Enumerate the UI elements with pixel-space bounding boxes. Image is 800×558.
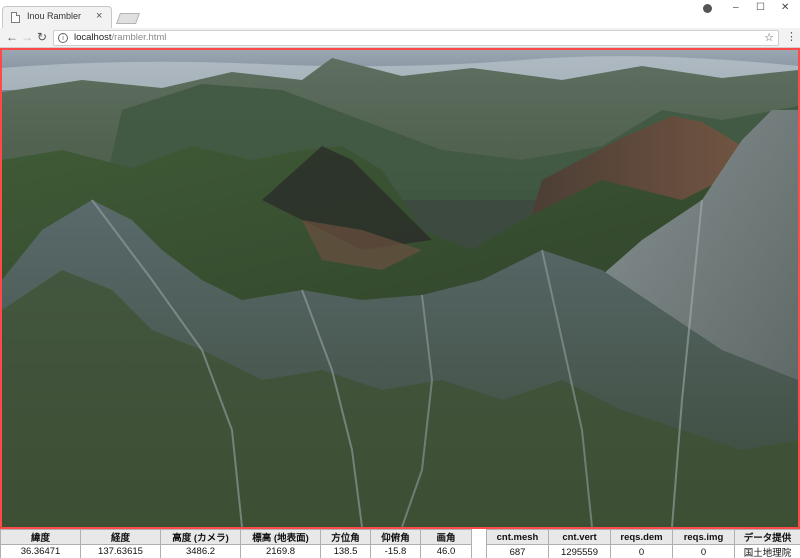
value-latitude: 36.36471 (0, 544, 81, 558)
header-data-provider: データ提供 (734, 529, 800, 545)
bookmark-star-icon[interactable]: ☆ (764, 31, 774, 44)
terrain-canvas[interactable] (0, 48, 800, 529)
close-window-icon[interactable]: ✕ (781, 2, 789, 14)
url-host: localhost (74, 32, 112, 43)
terrain-render (2, 50, 798, 527)
tab-title: Inou Rambler (27, 11, 82, 21)
address-bar[interactable]: i localhost/rambler.html ☆ (53, 30, 779, 46)
camera-header-row: 緯度 経度 高度 (カメラ) 標高 (地表面) 方位角 仰俯角 画角 (0, 529, 472, 545)
url-text: localhost/rambler.html (74, 32, 166, 43)
stats-table: cnt.mesh cnt.vert reqs.dem reqs.img データ提… (486, 529, 800, 558)
header-camera-altitude: 高度 (カメラ) (160, 529, 241, 545)
value-cnt-vert: 1295559 (548, 544, 611, 558)
maximize-icon[interactable]: ☐ (756, 2, 765, 14)
value-pitch: -15.8 (370, 544, 421, 558)
value-cnt-mesh: 687 (486, 544, 549, 558)
url-path: /rambler.html (111, 32, 167, 43)
camera-value-row: 36.36471 137.63615 3486.2 2169.8 138.5 -… (0, 544, 472, 558)
stats-value-row: 687 1295559 0 0 国土地理院 (486, 544, 800, 558)
tab-strip: Inou Rambler × – ☐ ✕ (0, 0, 800, 28)
profile-icon[interactable] (703, 4, 712, 13)
value-longitude: 137.63615 (80, 544, 161, 558)
header-reqs-dem: reqs.dem (610, 529, 673, 545)
header-latitude: 緯度 (0, 529, 81, 545)
header-azimuth: 方位角 (320, 529, 371, 545)
header-longitude: 経度 (80, 529, 161, 545)
status-panel: 緯度 経度 高度 (カメラ) 標高 (地表面) 方位角 仰俯角 画角 36.36… (0, 529, 800, 558)
new-tab-button[interactable] (115, 13, 141, 24)
browser-tab[interactable]: Inou Rambler × (2, 6, 112, 28)
reload-icon[interactable]: ↻ (37, 30, 47, 45)
header-cnt-mesh: cnt.mesh (486, 529, 549, 545)
header-ground-elevation: 標高 (地表面) (240, 529, 321, 545)
value-data-provider: 国土地理院 (734, 544, 800, 558)
site-info-icon[interactable]: i (58, 33, 68, 43)
value-reqs-img: 0 (672, 544, 735, 558)
header-fov: 画角 (420, 529, 472, 545)
value-azimuth: 138.5 (320, 544, 371, 558)
header-reqs-img: reqs.img (672, 529, 735, 545)
camera-table: 緯度 経度 高度 (カメラ) 標高 (地表面) 方位角 仰俯角 画角 36.36… (0, 529, 472, 558)
header-cnt-vert: cnt.vert (548, 529, 611, 545)
minimize-icon[interactable]: – (733, 2, 739, 14)
browser-toolbar: ← → ↻ i localhost/rambler.html ☆ ⋮ (0, 28, 800, 48)
back-icon[interactable]: ← (6, 30, 18, 45)
forward-icon[interactable]: → (21, 30, 33, 45)
value-reqs-dem: 0 (610, 544, 673, 558)
header-pitch: 仰俯角 (370, 529, 421, 545)
value-ground-elevation: 2169.8 (240, 544, 321, 558)
tab-close-icon[interactable]: × (96, 10, 102, 22)
stats-header-row: cnt.mesh cnt.vert reqs.dem reqs.img データ提… (486, 529, 800, 545)
page-icon (11, 12, 20, 23)
value-fov: 46.0 (420, 544, 472, 558)
browser-menu-icon[interactable]: ⋮ (786, 31, 797, 44)
value-camera-altitude: 3486.2 (160, 544, 241, 558)
